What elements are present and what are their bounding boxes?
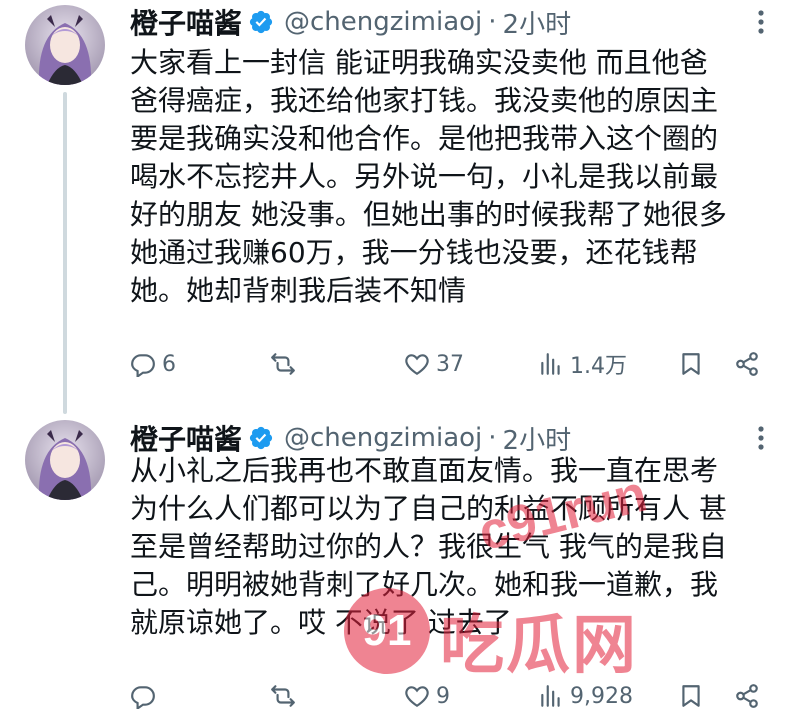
repost-button[interactable] [270,344,302,384]
views-icon [541,685,560,707]
like-button[interactable]: 9 [404,676,450,716]
tweet-text-line: 喝水不忘挖井人。另外说一句，小礼是我以前最 [130,160,719,193]
tweet-text-line: 从小礼之后我再也不敢直面友情。我一直在思考 [130,454,719,487]
tweet-text-line: 要是我确实没和他合作。是他把我带入这个圈的 [130,122,719,155]
reply-icon [131,354,155,377]
tweet-text-line: 大家看上一封信 能证明我确实没卖他 而且他爸 [130,46,708,79]
verified-badge-icon [249,426,273,450]
tweet-text-line: 至是曾经帮助过你的人？我很生气 我气的是我自 [130,530,727,563]
tweet-text-line: 她通过我赚60万，我一分钱也没要，还花钱帮 [130,236,698,269]
thread-connector-line [63,92,67,414]
views-count: 1.4万 [570,354,627,379]
views-count: 9,928 [570,683,633,709]
like-button[interactable]: 37 [404,344,464,384]
views-button[interactable]: 1.4万 [538,344,627,384]
share-icon [736,684,758,708]
tweet-text-line: 她。她却背刺我后装不知情 [130,274,467,307]
views-icon [541,353,560,375]
like-count: 9 [436,683,450,709]
tweet-text-line: 爸得癌症，我还给他家打钱。我没卖他的原因主 [130,84,719,117]
handle[interactable]: @chengzimiaoj [284,7,482,37]
tweet-header: 橙子喵酱 @chengzimiaoj · 2小时 [130,2,571,42]
handle[interactable]: @chengzimiaoj [284,423,482,453]
views-button[interactable]: 9,928 [538,676,633,716]
separator-dot: · [488,7,497,37]
bookmark-button[interactable] [678,676,704,716]
share-button[interactable] [734,344,760,384]
repost-button[interactable] [270,676,302,716]
tweet-text: 从小礼之后我再也不敢直面友情。我一直在思考 为什么人们都可以为了自己的利益不顾所… [130,452,785,642]
reply-button[interactable] [130,676,162,716]
heart-icon [405,354,429,376]
separator-dot: · [488,423,497,453]
display-name[interactable]: 橙子喵酱 [130,2,242,42]
tweet-text-line: 为什么人们都可以为了自己的利益不顾所有人 甚 [130,492,727,525]
tweet-text-line: 己。明明被她背刺了好几次。她和我一道歉，我 [130,568,719,601]
reply-count: 6 [162,351,176,377]
timestamp[interactable]: 2小时 [503,420,572,457]
heart-icon [405,686,429,708]
repost-icon [271,685,295,707]
tweet-actions: 9 9,928 [130,676,770,716]
timestamp[interactable]: 2小时 [503,4,572,41]
tweet-text-line: 好的朋友 她没事。但她出事的时候我帮了她很多 [130,198,727,231]
bookmark-icon [682,353,700,375]
tweet-actions: 6 37 1.4万 [130,344,770,384]
share-button[interactable] [734,676,760,716]
more-icon[interactable] [749,2,773,42]
bookmark-icon [682,685,700,707]
avatar[interactable] [25,5,105,85]
reply-icon [131,686,155,709]
bookmark-button[interactable] [678,344,704,384]
verified-badge-icon [249,10,273,34]
reply-button[interactable]: 6 [130,344,176,384]
avatar[interactable] [25,420,105,500]
tweet-text-line: 就原谅她了。哎 不说了 过去了 [130,606,512,639]
share-icon [736,352,758,376]
like-count: 37 [436,351,464,377]
tweet-text: 大家看上一封信 能证明我确实没卖他 而且他爸 爸得癌症，我还给他家打钱。我没卖他… [130,44,785,310]
repost-icon [271,353,295,375]
